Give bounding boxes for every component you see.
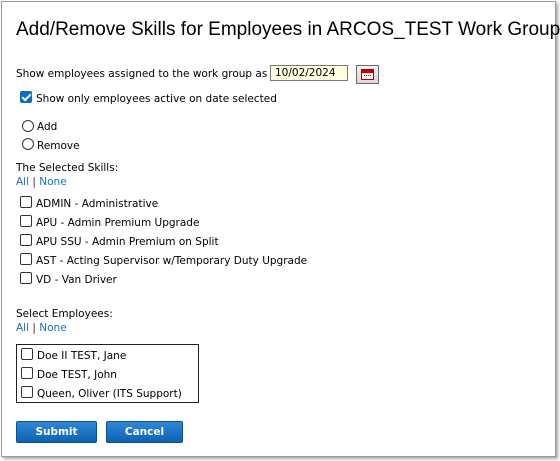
skill-checkbox-apu[interactable] [20, 215, 32, 227]
employee-label-jane: Doe II TEST, Jane [37, 350, 127, 362]
skill-label-apu: APU - Admin Premium Upgrade [36, 217, 200, 229]
employee-label-oliver: Queen, Oliver (ITS Support) [37, 388, 182, 400]
skill-label-ast: AST - Acting Supervisor w/Temporary Duty… [36, 255, 308, 267]
add-radio[interactable] [22, 120, 34, 132]
skill-label-vd: VD - Van Driver [36, 274, 117, 286]
skill-checkbox-vd[interactable] [20, 272, 32, 284]
skill-label-apu-ssu: APU SSU - Admin Premium on Split [36, 236, 219, 248]
skills-separator: | [32, 176, 36, 188]
skill-checkbox-ast[interactable] [20, 253, 32, 265]
skill-label-admin: ADMIN - Administrative [36, 198, 159, 210]
employees-none-link[interactable]: None [39, 322, 66, 334]
employees-select-links: All | None [16, 322, 67, 334]
active-only-checkbox[interactable] [20, 91, 32, 103]
employees-heading: Select Employees: [16, 308, 113, 320]
add-radio-label: Add [37, 121, 58, 133]
skill-checkbox-admin[interactable] [20, 196, 32, 208]
skills-all-link[interactable]: All [16, 176, 29, 188]
employees-separator: | [32, 322, 36, 334]
date-filter-label: Show employees assigned to the work grou… [16, 68, 284, 80]
employee-checkbox-jane[interactable] [21, 348, 33, 360]
skills-select-links: All | None [16, 176, 67, 188]
date-input[interactable]: 10/02/2024 [270, 65, 348, 81]
skill-checkbox-apu-ssu[interactable] [20, 234, 32, 246]
active-only-label: Show only employees active on date selec… [36, 93, 277, 105]
submit-button[interactable]: Submit [16, 421, 97, 443]
employee-label-john: Doe TEST, John [37, 369, 117, 381]
remove-radio[interactable] [22, 138, 34, 150]
cancel-button[interactable]: Cancel [106, 421, 183, 443]
remove-radio-label: Remove [37, 140, 80, 152]
employees-all-link[interactable]: All [16, 322, 29, 334]
employee-checkbox-john[interactable] [21, 367, 33, 379]
calendar-button[interactable] [356, 65, 379, 84]
skills-heading: The Selected Skills: [16, 162, 119, 174]
page-title: Add/Remove Skills for Employees in ARCOS… [16, 19, 560, 40]
employee-checkbox-oliver[interactable] [21, 386, 33, 398]
skills-none-link[interactable]: None [39, 176, 66, 188]
calendar-icon [361, 69, 374, 80]
